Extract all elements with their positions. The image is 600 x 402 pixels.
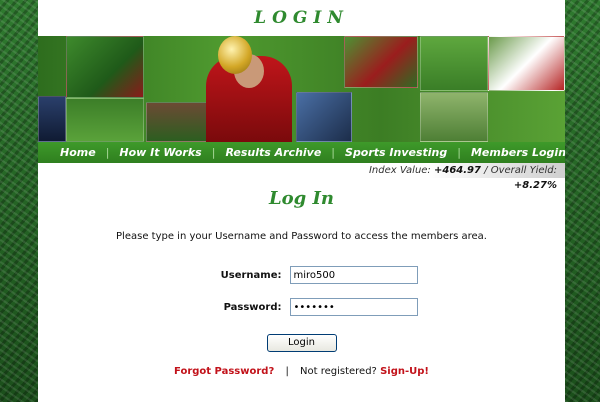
grass-border-right <box>565 0 600 402</box>
ticker-divider: / <box>484 165 488 176</box>
password-input[interactable] <box>289 298 418 316</box>
username-label: Username: <box>220 269 282 281</box>
nav-sports-investing[interactable]: Sports Investing <box>335 146 457 159</box>
link-separator: | <box>285 365 289 377</box>
photo-tile <box>296 92 352 142</box>
not-registered-text: Not registered? <box>300 365 377 377</box>
photo-tile <box>38 96 66 142</box>
main-nav: Home | How It Works | Results Archive | … <box>38 142 565 163</box>
login-heading: Log In <box>268 188 335 209</box>
username-input[interactable] <box>289 266 418 284</box>
password-label: Password: <box>223 301 282 313</box>
username-row: Username: <box>38 266 565 284</box>
photo-tile <box>344 36 418 88</box>
photo-collage-banner <box>38 36 565 142</box>
yield-value: +8.27% <box>513 180 557 191</box>
signup-link[interactable]: Sign-Up! <box>380 366 429 377</box>
nav-home[interactable]: Home <box>50 146 106 159</box>
yield-label: Overall Yield: <box>490 165 557 176</box>
grass-border-left <box>0 0 38 402</box>
photo-tile <box>420 36 488 91</box>
photo-tile <box>66 36 144 98</box>
forgot-password-link[interactable]: Forgot Password? <box>174 366 274 377</box>
nav-members-login[interactable]: Members Login <box>461 146 565 159</box>
index-value: +464.97 <box>434 165 481 176</box>
login-button[interactable]: Login <box>266 333 337 352</box>
login-instructions: Please type in your Username and Passwor… <box>116 231 487 242</box>
page-title: LOGIN <box>254 8 349 28</box>
index-label: Index Value: <box>368 165 431 176</box>
nav-results-archive[interactable]: Results Archive <box>215 146 331 159</box>
index-ticker: Index Value: +464.97 / Overall Yield: +8… <box>338 163 565 191</box>
photo-tile <box>488 36 565 91</box>
photo-tile <box>420 92 488 142</box>
golden-ball-trophy-icon <box>218 36 252 74</box>
password-row: Password: <box>38 298 565 316</box>
page-container: LOGIN Home | How It Works | Results Arch… <box>38 0 565 402</box>
login-button-row: Login <box>38 330 565 352</box>
photo-tile <box>146 102 208 142</box>
nav-how-it-works[interactable]: How It Works <box>109 146 211 159</box>
login-form: Username: Password: Login <box>38 266 565 352</box>
photo-tile <box>66 98 144 142</box>
account-links: Forgot Password? | Not registered? Sign-… <box>38 366 565 377</box>
